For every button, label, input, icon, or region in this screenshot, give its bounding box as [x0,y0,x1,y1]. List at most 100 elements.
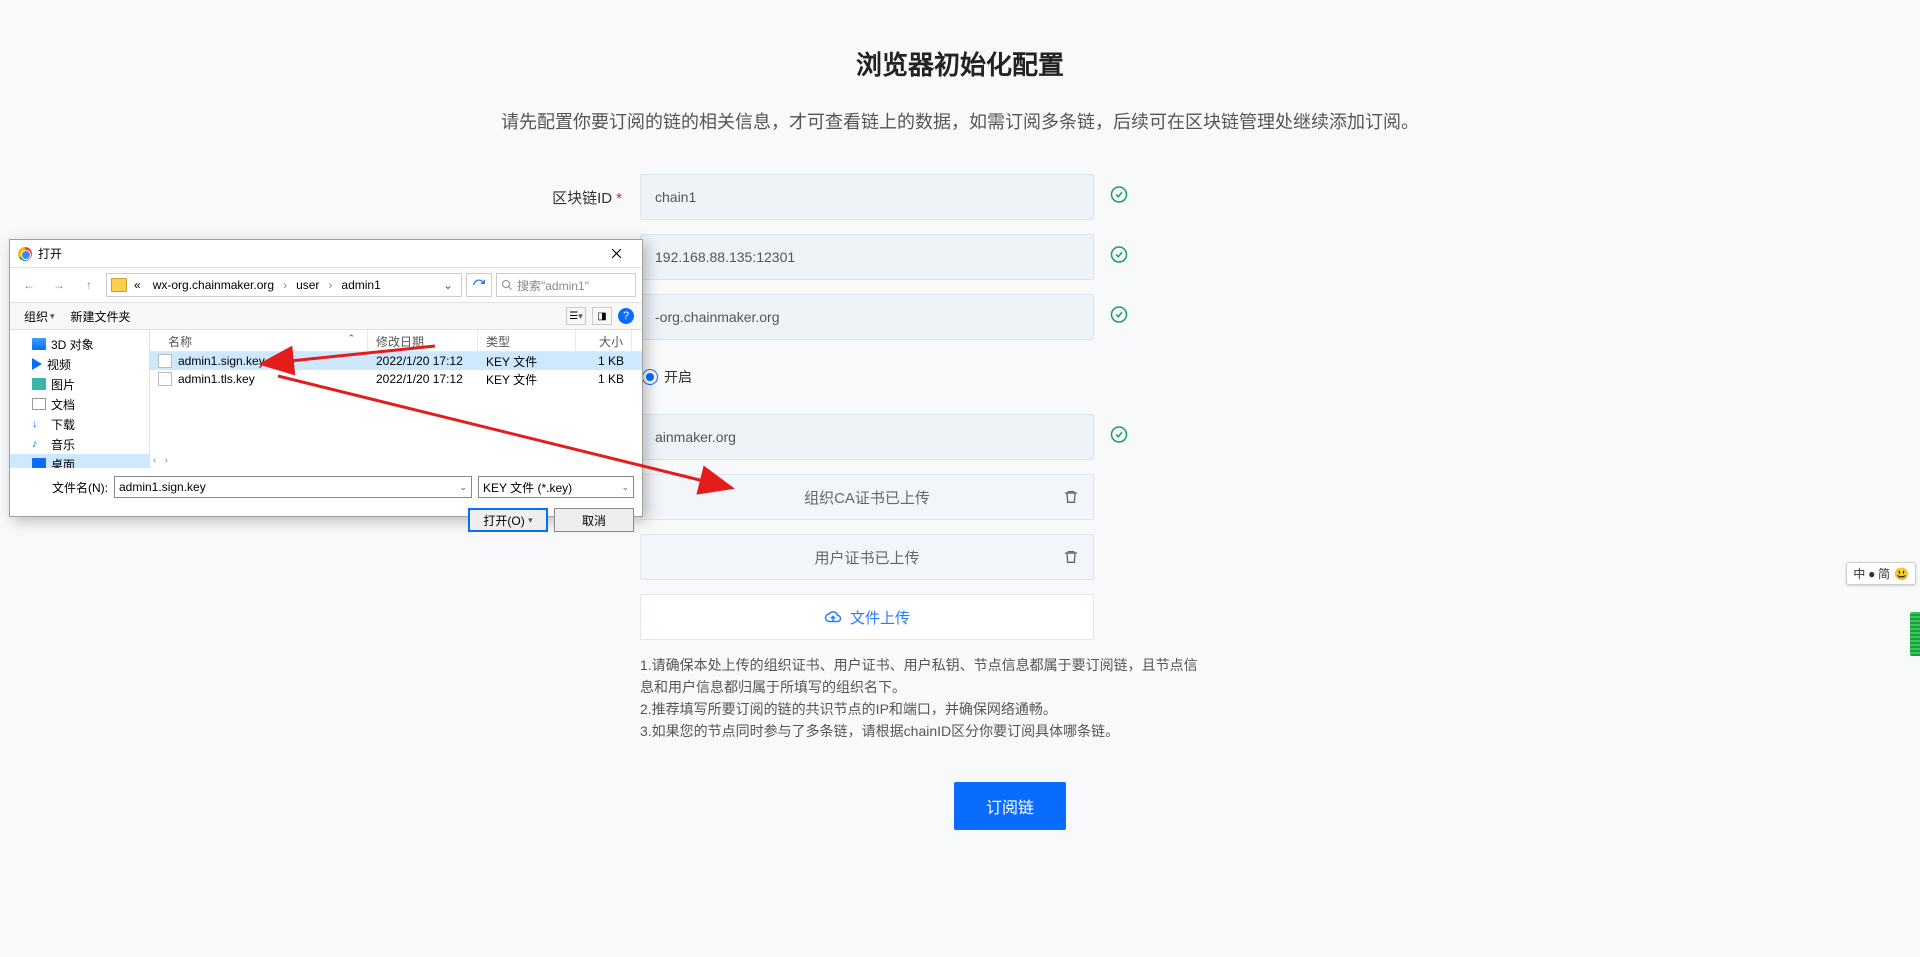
file-list-header[interactable]: 名称 ⌃ 修改日期 类型 大小 [150,330,642,352]
help-icon[interactable]: ? [618,308,634,324]
subscribe-button[interactable]: 订阅链 [954,782,1066,830]
tree-item-label: 图片 [51,376,75,393]
forward-button[interactable]: → [46,273,72,297]
file-size: 1 KB [576,354,632,368]
file-icon [158,354,172,368]
org-ca-upload-box[interactable]: 组织CA证书已上传 [640,474,1094,520]
pic-icon [32,378,46,390]
tls-toggle-label: 开启 [664,367,692,387]
tree-item[interactable]: 桌面 [10,454,149,468]
file-date: 2022/1/20 17:12 [368,354,478,368]
file-list: 名称 ⌃ 修改日期 类型 大小 admin1.sign.key 2022/1/20… [150,330,642,468]
org-domain-input-wrap[interactable] [640,414,1094,460]
refresh-button[interactable] [466,273,492,297]
file-size: 1 KB [576,372,632,386]
org-domain-input[interactable] [655,429,1079,445]
dialog-toolbar: 组织 ▾ 新建文件夹 ☰▾ ◨ ? [10,302,642,330]
desktop-icon [32,458,46,468]
folder-tree[interactable]: 3D 对象视频图片文档↓下载♪音乐桌面 [10,330,150,468]
tree-item[interactable]: 视频 [10,354,149,374]
tree-item[interactable]: 3D 对象 [10,334,149,354]
dialog-titlebar: 打开 [10,240,642,268]
back-button[interactable]: ← [16,273,42,297]
chevron-right-icon: › [281,278,289,292]
tree-item-label: 文档 [51,396,75,413]
horizontal-scroll-hint[interactable]: ‹ › [153,455,168,466]
col-header-size[interactable]: 大小 [576,330,632,351]
new-folder-button[interactable]: 新建文件夹 [65,306,137,327]
tree-item-label: 下载 [51,416,75,433]
file-upload-box[interactable]: 文件上传 [640,594,1094,640]
file-date: 2022/1/20 17:12 [368,372,478,386]
up-button[interactable]: ↑ [76,273,102,297]
chevron-down-icon[interactable]: ⌄ [439,278,457,292]
chrome-icon [18,247,32,261]
search-placeholder: 搜索"admin1" [517,277,589,294]
emoji-icon: 😃 [1894,567,1909,581]
node-addr-input-wrap[interactable] [640,234,1094,280]
org-suffix-input-wrap[interactable] [640,294,1094,340]
breadcrumb-seg[interactable]: admin1 [336,274,385,296]
file-name: admin1.sign.key [178,354,265,368]
sort-icon: ⌃ [347,333,355,344]
preview-pane-button[interactable]: ◨ [592,307,612,325]
org-ca-upload-label: 组织CA证书已上传 [804,487,930,508]
col-header-date[interactable]: 修改日期 [368,330,478,351]
tree-item[interactable]: ♪音乐 [10,434,149,454]
tree-item[interactable]: 文档 [10,394,149,414]
breadcrumb[interactable]: « wx-org.chainmaker.org› user› admin1 ⌄ [106,273,462,297]
tree-item-label: 3D 对象 [51,336,94,353]
note-line: 1.请确保本处上传的组织证书、用户证书、用户私钥、节点信息都属于要订阅链，且节点… [640,654,1200,698]
trash-icon[interactable] [1063,549,1079,565]
user-cert-upload-label: 用户证书已上传 [814,547,919,568]
chain-id-input[interactable] [655,189,1079,205]
file-type-select[interactable]: KEY 文件 (*.key) ⌄ [478,476,634,498]
dialog-footer: 文件名(N): admin1.sign.key ⌄ KEY 文件 (*.key)… [10,468,642,542]
file-name: admin1.tls.key [178,372,255,386]
ime-indicator[interactable]: 中 ⦁ 简 😃 [1846,562,1916,585]
organize-button[interactable]: 组织 ▾ [18,306,61,327]
user-cert-upload-box[interactable]: 用户证书已上传 [640,534,1094,580]
search-input[interactable]: 搜索"admin1" [496,273,636,297]
tree-item[interactable]: ↓下载 [10,414,149,434]
breadcrumb-seg[interactable]: user [291,274,324,296]
cancel-button[interactable]: 取消 [554,508,634,532]
col-header-type[interactable]: 类型 [478,330,576,351]
chevron-down-icon[interactable]: ⌄ [621,482,629,493]
file-row[interactable]: admin1.sign.key2022/1/20 17:12KEY 文件1 KB [150,352,642,370]
video-icon [32,358,42,370]
tree-item[interactable]: 图片 [10,374,149,394]
file-type-value: KEY 文件 (*.key) [483,479,572,496]
breadcrumb-ellipsis[interactable]: « [129,274,146,296]
file-icon [158,372,172,386]
filename-value: admin1.sign.key [119,480,206,494]
check-icon [1110,246,1128,269]
dialog-body: 3D 对象视频图片文档↓下载♪音乐桌面 名称 ⌃ 修改日期 类型 大小 admi… [10,330,642,468]
org-suffix-input[interactable] [655,309,1079,325]
search-icon [501,279,513,291]
file-open-dialog: 打开 ← → ↑ « wx-org.chainmaker.org› user› … [9,239,643,517]
side-toolbar-strip[interactable] [1910,612,1920,656]
open-button[interactable]: 打开(O) ▾ [468,508,548,532]
view-mode-button[interactable]: ☰▾ [566,307,586,325]
filename-input[interactable]: admin1.sign.key ⌄ [114,476,472,498]
music-icon: ♪ [32,438,46,450]
chevron-down-icon[interactable]: ⌄ [459,482,467,493]
folder-icon [111,278,127,292]
dialog-title: 打开 [38,245,596,262]
doc-icon [32,398,46,410]
radio-on-icon[interactable] [642,369,658,385]
breadcrumb-seg[interactable]: wx-org.chainmaker.org [148,274,279,296]
page-title: 浏览器初始化配置 [0,45,1920,82]
trash-icon[interactable] [1063,489,1079,505]
file-upload-label: 文件上传 [850,607,910,628]
chain-id-input-wrap[interactable] [640,174,1094,220]
cloud-upload-icon [824,608,842,626]
note-line: 2.推荐填写所要订阅的链的共识节点的IP和端口，并确保网络通畅。 [640,698,1200,720]
close-icon[interactable] [596,243,636,265]
tls-radio-group[interactable]: 开启 [642,367,692,387]
node-addr-input[interactable] [655,249,1079,265]
col-header-name[interactable]: 名称 ⌃ [150,330,368,351]
file-row[interactable]: admin1.tls.key 2022/1/20 17:12KEY 文件1 KB [150,370,642,388]
file-type: KEY 文件 [478,371,576,388]
